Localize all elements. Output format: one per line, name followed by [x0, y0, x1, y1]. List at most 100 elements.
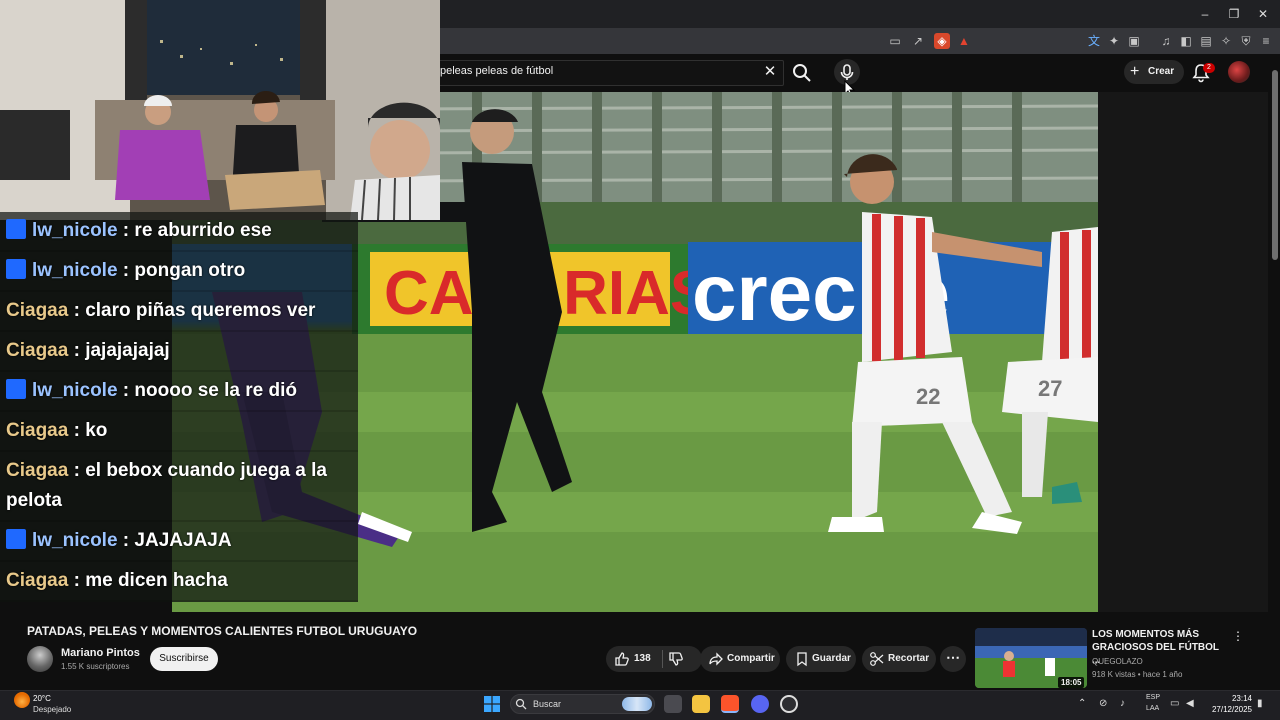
chat-separator: :: [117, 530, 135, 551]
leo-ai-icon[interactable]: ✧: [1218, 33, 1234, 49]
chat-message: Ciagaa : jajajajajaj: [0, 332, 358, 372]
search-highlight-icon: [622, 697, 652, 711]
brave-rewards-icon[interactable]: ▲: [956, 33, 972, 49]
share-arrow-icon: [709, 652, 723, 666]
chat-username: lw_nicole: [32, 530, 118, 551]
weather-condition[interactable]: Despejado: [33, 705, 71, 714]
recommended-duration: 18:05: [1058, 677, 1085, 688]
chat-username: Ciagaa: [6, 570, 69, 591]
vpn-icon[interactable]: ⛨: [1238, 33, 1254, 49]
save-label: Guardar: [812, 653, 851, 664]
chat-message: Ciagaa : claro piñas queremos ver: [0, 292, 358, 332]
chat-username: lw_nicole: [32, 260, 118, 281]
share-label: Compartir: [727, 653, 775, 664]
chat-separator: :: [68, 420, 86, 441]
extensions-icon[interactable]: ✦: [1106, 33, 1122, 49]
thumbs-up-icon: [615, 652, 629, 666]
maximize-button[interactable]: ❐: [1219, 4, 1249, 24]
close-window-button[interactable]: ✕: [1248, 4, 1278, 24]
share-icon[interactable]: ↗: [910, 33, 926, 49]
task-view-icon[interactable]: [664, 695, 682, 713]
chat-message: lw_nicole : JAJAJAJA: [0, 522, 358, 562]
media-icon[interactable]: ♫: [1158, 33, 1174, 49]
display-icon[interactable]: ▭: [1170, 698, 1179, 709]
chat-message: Ciagaa : ko: [0, 412, 358, 452]
weather-icon[interactable]: [14, 692, 30, 708]
chat-text: pongan otro: [134, 260, 246, 281]
chat-username: lw_nicole: [32, 380, 118, 401]
jersey-number-22: 22: [916, 384, 940, 409]
translate-extension-icon[interactable]: 文: [1086, 33, 1102, 49]
chat-text: me dicen hacha: [85, 570, 228, 591]
recommended-meta: 918 K vistas • hace 1 año: [1092, 670, 1183, 679]
like-divider: [662, 650, 663, 668]
jersey-number-27: 27: [1038, 376, 1062, 401]
chat-overlay: lw_nicole : re aburrido ese lw_nicole : p…: [0, 212, 358, 602]
file-explorer-icon[interactable]: [692, 695, 710, 713]
prime-badge-icon: [6, 379, 26, 399]
steam-icon[interactable]: [780, 695, 798, 713]
chat-text: ko: [85, 420, 108, 441]
channel-avatar[interactable]: [27, 646, 53, 672]
discord-icon[interactable]: [751, 695, 769, 713]
search-icon[interactable]: [790, 61, 814, 85]
browser-menu-icon[interactable]: ≡: [1258, 33, 1274, 49]
bookmark-icon: [797, 652, 807, 667]
minimize-button[interactable]: –: [1190, 4, 1220, 24]
chat-text: noooo se la re dió: [134, 380, 297, 401]
scissors-icon: [870, 652, 884, 666]
like-button[interactable]: 138: [612, 650, 672, 668]
brave-shield-icon[interactable]: ◈: [934, 33, 950, 49]
save-button[interactable]: Guardar: [786, 646, 856, 672]
prime-badge-icon: [6, 259, 26, 279]
wallet-icon[interactable]: ▤: [1198, 33, 1214, 49]
network-off-icon[interactable]: ⊘: [1099, 698, 1107, 709]
video-title: PATADAS, PELEAS Y MOMENTOS CALIENTES FUT…: [27, 624, 418, 638]
more-actions-button[interactable]: ⋯: [940, 646, 966, 672]
chat-separator: :: [117, 220, 135, 241]
chat-separator: :: [117, 380, 135, 401]
streamer-webcam-overlay: [0, 0, 440, 220]
clip-button[interactable]: Recortar: [862, 646, 936, 672]
chat-message: lw_nicole : noooo se la re dió: [0, 372, 358, 412]
channel-name[interactable]: Mariano Pintos: [61, 647, 140, 659]
subscribe-button[interactable]: Suscribirse: [150, 647, 218, 671]
taskbar-search-placeholder[interactable]: Buscar: [533, 699, 561, 709]
extension-icon[interactable]: ▣: [1126, 33, 1142, 49]
volume-icon[interactable]: ◀: [1186, 698, 1194, 709]
chat-separator: :: [68, 570, 86, 591]
secondary-column-blank: [1098, 92, 1268, 612]
subscriber-count: 1.55 K suscriptores: [61, 662, 130, 671]
chat-separator: :: [117, 260, 135, 281]
chat-separator: :: [68, 300, 86, 321]
recommended-channel[interactable]: QUEGOLAZO: [1092, 657, 1143, 666]
search-input-value[interactable]: peleas peleas de fútbol: [440, 65, 553, 77]
webcam-frame: [0, 0, 440, 220]
share-button[interactable]: Compartir: [700, 646, 780, 672]
microphone-tray-icon[interactable]: ♪: [1120, 698, 1125, 709]
prime-badge-icon: [6, 219, 26, 239]
taskbar-time[interactable]: 23:14: [1226, 694, 1252, 703]
account-avatar[interactable]: [1228, 61, 1250, 83]
recommended-menu-icon[interactable]: ⋮: [1232, 629, 1244, 645]
screen-cast-icon[interactable]: ▭: [887, 33, 903, 49]
sidebar-icon[interactable]: ◧: [1178, 33, 1194, 49]
chat-username: Ciagaa: [6, 460, 69, 481]
brave-browser-icon[interactable]: [721, 695, 739, 713]
dislike-button[interactable]: [668, 651, 686, 667]
tray-overflow-icon[interactable]: ⌃: [1078, 698, 1086, 709]
like-count: 138: [634, 653, 651, 664]
chat-message: lw_nicole : re aburrido ese: [0, 212, 358, 252]
windows-start-icon[interactable]: [484, 696, 500, 712]
notification-center-icon[interactable]: ▮: [1257, 698, 1263, 709]
chat-message: Ciagaa : el bebox cuando juega a la pelo…: [0, 452, 358, 522]
chat-separator: :: [68, 460, 86, 481]
weather-temperature[interactable]: 20°C: [33, 694, 51, 703]
thumbs-down-icon: [669, 652, 683, 666]
clear-search-icon[interactable]: ✕: [760, 62, 780, 82]
keyboard-layout[interactable]: LAA: [1146, 705, 1159, 712]
scrollbar-thumb[interactable]: [1272, 70, 1278, 260]
language-indicator[interactable]: ESP: [1146, 694, 1160, 701]
taskbar-date[interactable]: 27/12/2025: [1209, 705, 1252, 714]
chat-text: JAJAJAJA: [134, 530, 232, 551]
